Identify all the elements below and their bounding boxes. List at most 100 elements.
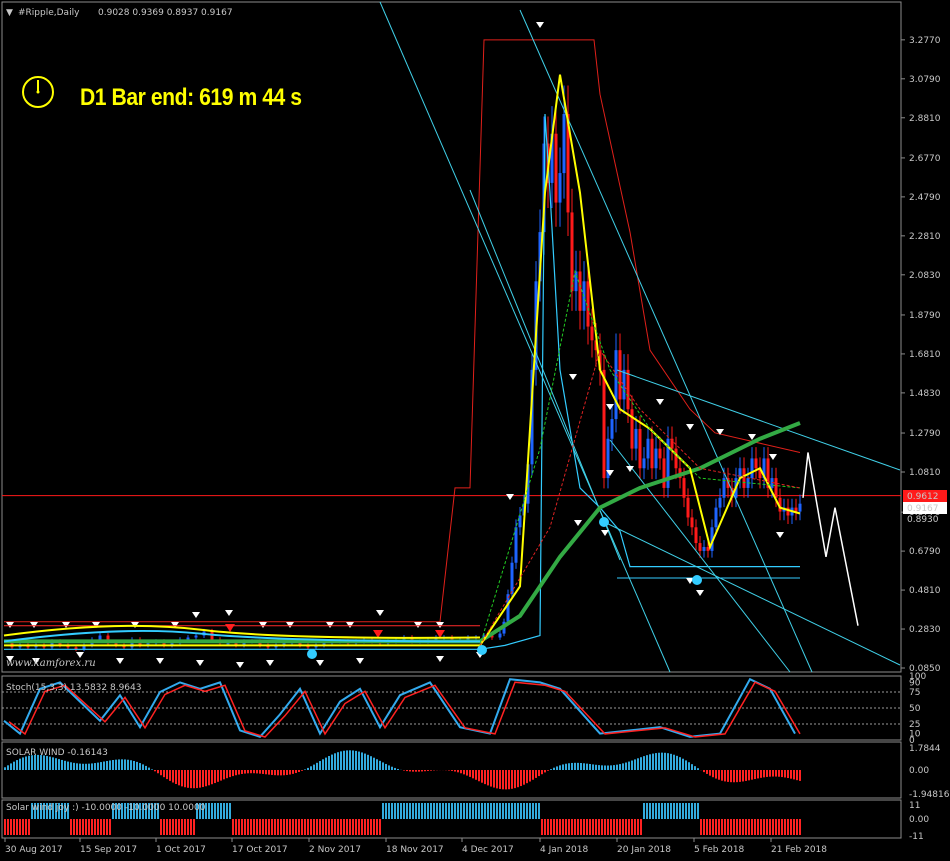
joy-bar xyxy=(628,819,630,835)
joy-bar xyxy=(211,803,213,819)
solar-bar xyxy=(613,765,615,770)
joy-tick-label: 11 xyxy=(909,801,920,811)
joy-bar xyxy=(166,819,168,835)
joy-bar xyxy=(163,819,165,835)
solar-bar xyxy=(667,753,669,770)
solar-bar xyxy=(694,766,696,770)
fractal-up-marker xyxy=(686,424,694,430)
joy-bar xyxy=(97,819,99,835)
solar-bar xyxy=(10,763,12,770)
panel-frames xyxy=(1,1,902,839)
joy-bar xyxy=(658,803,660,819)
y-tick-label: 0.4810 xyxy=(909,586,941,596)
joy-bar xyxy=(784,819,786,835)
candle-body xyxy=(570,212,574,292)
yellow-ma xyxy=(4,74,801,647)
joy-bar xyxy=(76,819,78,835)
candle-body xyxy=(794,507,798,512)
solar-bar xyxy=(748,770,750,781)
joy-bar xyxy=(727,819,729,835)
solar-bar xyxy=(430,770,432,771)
joy-bar xyxy=(787,819,789,835)
solar-bar xyxy=(406,770,408,772)
solar-bar xyxy=(19,758,21,770)
solar-tick-label: -1.94816 xyxy=(909,790,950,800)
solar-bar xyxy=(475,770,477,780)
solar-bar xyxy=(529,770,531,782)
joy-bar xyxy=(10,819,12,835)
x-tick-label: 18 Nov 2017 xyxy=(386,845,444,855)
joy-bar xyxy=(346,819,348,835)
solar-bar xyxy=(730,770,732,783)
joy-bar xyxy=(766,819,768,835)
joy-bar xyxy=(550,819,552,835)
joy-bar xyxy=(313,819,315,835)
solar-bar xyxy=(778,770,780,777)
upper-envelope xyxy=(4,39,801,623)
solar-bar xyxy=(484,770,486,785)
joy-bar xyxy=(391,803,393,819)
solar-bar xyxy=(4,767,6,770)
solar-bar xyxy=(757,770,759,779)
price-tag-extra: 0.8930 xyxy=(907,515,939,525)
solar-bar xyxy=(661,752,663,770)
chart-title-arrow: ▼ xyxy=(6,8,13,18)
joy-bar xyxy=(445,803,447,819)
joy-bar xyxy=(343,819,345,835)
solar-bar xyxy=(73,762,75,770)
solar-bar xyxy=(217,770,219,782)
solar-bar xyxy=(712,770,714,778)
solar-bar xyxy=(766,770,768,777)
solar-bar xyxy=(331,754,333,770)
joy-bar xyxy=(412,803,414,819)
solar-wind-joy-title: Solar wind joy :) -10.0000 -10.0000 10.0… xyxy=(6,803,206,813)
joy-bar xyxy=(649,803,651,819)
joy-bar xyxy=(364,819,366,835)
joy-bar xyxy=(616,819,618,835)
solar-bar xyxy=(184,770,186,788)
stoch-tick-label: 50 xyxy=(909,704,921,714)
joy-bar xyxy=(499,803,501,819)
candle-body xyxy=(646,438,650,459)
ripple-daily-chart[interactable]: 3.2770 3.0790 2.8810 2.6770 2.4790 2.2810 2.08… xyxy=(0,0,950,861)
solar-bar xyxy=(55,758,57,770)
joy-bar xyxy=(376,819,378,835)
joy-bar xyxy=(571,819,573,835)
solar-bar xyxy=(232,770,234,777)
solar-bar xyxy=(235,770,237,776)
joy-bar xyxy=(589,819,591,835)
candle-body xyxy=(702,546,706,551)
price-tag-current: 0.9167 xyxy=(903,502,947,514)
joy-bar xyxy=(331,819,333,835)
joy-bar xyxy=(400,803,402,819)
stoch-tick-label: 25 xyxy=(909,720,920,730)
fractal-down-marker xyxy=(601,530,609,536)
joy-bar xyxy=(427,803,429,819)
solar-bar xyxy=(181,770,183,787)
solar-bar xyxy=(76,763,78,770)
joy-bar xyxy=(529,803,531,819)
solar-bar xyxy=(619,764,621,770)
solar-bar xyxy=(295,770,297,774)
joy-bar xyxy=(271,819,273,835)
candle-body xyxy=(718,497,722,508)
joy-bar xyxy=(232,819,234,835)
solar-bar xyxy=(586,763,588,770)
joy-bar xyxy=(466,803,468,819)
solar-bar xyxy=(628,761,630,770)
joy-bar xyxy=(673,803,675,819)
joy-bar xyxy=(799,819,801,835)
solar-bar xyxy=(196,770,198,789)
fractal-down-marker xyxy=(776,532,784,538)
joy-bar xyxy=(640,819,642,835)
solar-bar xyxy=(109,760,111,770)
solar-bar xyxy=(553,767,555,770)
joy-bar xyxy=(388,803,390,819)
joy-bar xyxy=(508,803,510,819)
joy-bar xyxy=(436,803,438,819)
solar-bar xyxy=(790,770,792,779)
joy-bar xyxy=(730,819,732,835)
joy-bar xyxy=(484,803,486,819)
solar-bar xyxy=(616,764,618,770)
candle-body xyxy=(750,458,754,479)
